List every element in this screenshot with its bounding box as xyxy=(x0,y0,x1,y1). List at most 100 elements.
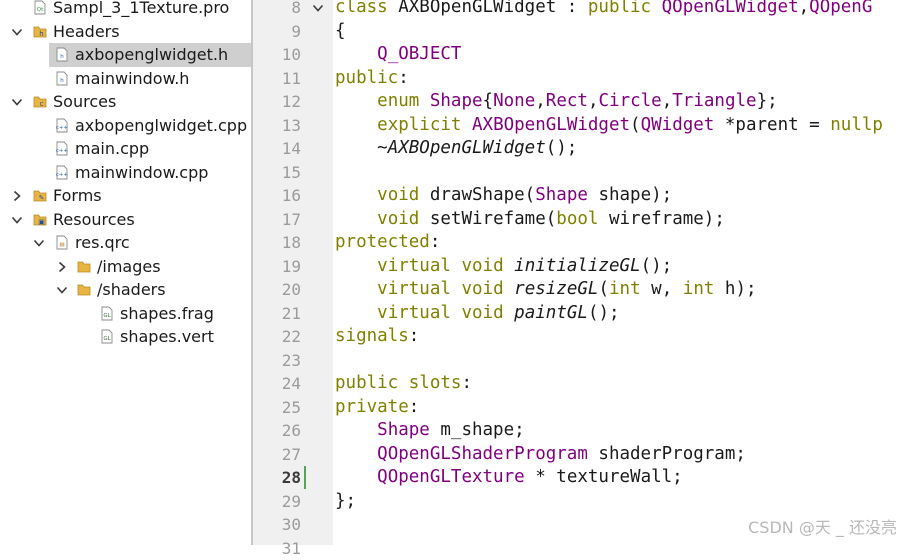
code-token: signals xyxy=(335,326,409,346)
tree-item[interactable]: c++ main.cpp xyxy=(0,137,251,161)
headers-folder-icon: h xyxy=(33,24,47,39)
code-token: resizeGL xyxy=(514,279,598,299)
code-token: : xyxy=(461,373,472,393)
fold-chevron-icon[interactable] xyxy=(311,1,325,15)
chevron-down-icon[interactable] xyxy=(10,212,24,226)
svg-text:h: h xyxy=(60,78,64,84)
code-line[interactable]: Shape m_shape; xyxy=(335,419,525,443)
qrc-file-icon: ▤ xyxy=(55,235,69,250)
code-line[interactable]: void drawShape(Shape shape); xyxy=(335,184,672,208)
tree-item[interactable]: ▤res.qrc xyxy=(0,231,251,255)
tree-item-label: main.cpp xyxy=(75,138,149,159)
code-token: int xyxy=(609,279,641,299)
svg-text:c++: c++ xyxy=(56,148,69,154)
chevron-right-icon[interactable] xyxy=(10,188,24,202)
code-token: explicit xyxy=(377,115,461,135)
line-number: 14 xyxy=(253,137,301,161)
code-line[interactable]: explicit AXBOpenGLWidget(QWidget *parent… xyxy=(335,114,883,138)
code-token: (); xyxy=(588,303,620,323)
code-token xyxy=(335,444,377,464)
resources-folder-icon: ▣ xyxy=(33,212,47,227)
chevron-down-icon[interactable] xyxy=(10,94,24,108)
code-token: paintGL xyxy=(514,303,588,323)
code-token: Shape xyxy=(430,91,483,111)
code-line[interactable]: virtual void paintGL(); xyxy=(335,302,620,326)
line-number: 13 xyxy=(253,114,301,138)
chevron-down-icon[interactable] xyxy=(32,235,46,249)
code-token: { xyxy=(483,91,494,111)
code-line[interactable]: void setWirefame(bool wireframe); xyxy=(335,208,725,232)
code-token: { xyxy=(335,21,346,41)
code-token: ( xyxy=(598,279,609,299)
code-token: ( xyxy=(630,115,641,135)
tree-item-label: Sampl_3_1Texture.pro xyxy=(53,0,229,18)
code-token: private xyxy=(335,397,409,417)
code-line[interactable]: public slots: xyxy=(335,372,472,396)
tree-item-label: mainwindow.cpp xyxy=(75,162,208,183)
tree-item[interactable]: c++mainwindow.cpp xyxy=(0,161,251,185)
code-token: void xyxy=(461,256,503,276)
tree-item-label: mainwindow.h xyxy=(75,68,189,89)
tree-item[interactable]: Qt Sampl_3_1Texture.pro xyxy=(0,0,251,20)
code-line[interactable]: enum Shape{None,Rect,Circle,Triangle}; xyxy=(335,90,778,114)
code-token: (); xyxy=(641,256,673,276)
code-token xyxy=(419,91,430,111)
code-token: Q_OBJECT xyxy=(377,44,461,64)
glsl-file-icon: GL xyxy=(100,329,114,344)
code-token: public xyxy=(335,68,398,88)
tree-item-label: Forms xyxy=(53,185,102,206)
chevron-right-icon[interactable] xyxy=(55,259,69,273)
code-token: void xyxy=(377,209,419,229)
code-line[interactable]: protected: xyxy=(335,231,440,255)
code-line[interactable]: { xyxy=(335,20,346,44)
tree-item[interactable]: GLshapes.vert xyxy=(0,325,251,349)
code-line[interactable]: class AXBOpenGLWidget : public QOpenGLWi… xyxy=(335,0,872,20)
code-line[interactable]: }; xyxy=(335,490,356,514)
code-line[interactable]: public: xyxy=(335,67,409,91)
code-line[interactable]: private: xyxy=(335,396,419,420)
watermark: CSDN @天 _ 还没亮 xyxy=(748,514,897,538)
code-line[interactable]: virtual void initializeGL(); xyxy=(335,255,672,279)
line-number: 29 xyxy=(253,490,301,514)
code-token xyxy=(651,0,662,17)
code-token: initializeGL xyxy=(514,256,640,276)
code-token xyxy=(335,91,377,111)
code-token: }; xyxy=(757,91,778,111)
tree-item-label: axbopenglwidget.cpp xyxy=(75,115,247,136)
tree-item[interactable]: /images xyxy=(0,255,251,279)
tree-item[interactable]: hHeaders xyxy=(0,20,251,44)
code-line[interactable]: virtual void resizeGL(int w, int h); xyxy=(335,278,757,302)
code-token: QOpenGLTexture xyxy=(377,467,525,487)
cpp-file-icon: c++ xyxy=(55,118,69,133)
tree-item[interactable]: h mainwindow.h xyxy=(0,67,251,91)
tree-item[interactable]: /shaders xyxy=(0,278,251,302)
code-token xyxy=(335,420,377,440)
code-line[interactable]: QOpenGLTexture * textureWall; xyxy=(335,466,683,490)
code-token: void xyxy=(377,185,419,205)
line-number: 15 xyxy=(253,161,301,185)
code-line[interactable]: Q_OBJECT xyxy=(335,43,461,67)
tree-item[interactable]: ▣Resources xyxy=(0,208,251,232)
code-line[interactable]: ~AXBOpenGLWidget(); xyxy=(335,137,577,161)
code-token: public xyxy=(588,0,651,17)
code-token: slots xyxy=(409,373,462,393)
tree-item[interactable]: c++ axbopenglwidget.cpp xyxy=(0,114,251,138)
code-token: AXBOpenGLWidget : xyxy=(388,0,588,17)
code-token: ~AXBOpenGLWidget xyxy=(377,138,546,158)
tree-item[interactable]: ✎ Forms xyxy=(0,184,251,208)
tree-item-label: /shaders xyxy=(97,279,166,300)
line-number: 23 xyxy=(253,349,301,373)
code-token: Circle xyxy=(599,91,662,111)
code-token: nullp xyxy=(830,115,883,135)
chevron-down-icon[interactable] xyxy=(55,282,69,296)
code-line[interactable]: QOpenGLShaderProgram shaderProgram; xyxy=(335,443,746,467)
svg-text:Qt: Qt xyxy=(37,7,44,13)
tree-item[interactable]: cSources xyxy=(0,90,251,114)
code-line[interactable]: signals: xyxy=(335,325,419,349)
code-token: virtual xyxy=(377,303,451,323)
forms-folder-icon: ✎ xyxy=(33,188,47,203)
tree-item[interactable]: haxbopenglwidget.h xyxy=(49,43,251,67)
code-token xyxy=(504,303,515,323)
tree-item[interactable]: GLshapes.frag xyxy=(0,302,251,326)
chevron-down-icon[interactable] xyxy=(10,24,24,38)
